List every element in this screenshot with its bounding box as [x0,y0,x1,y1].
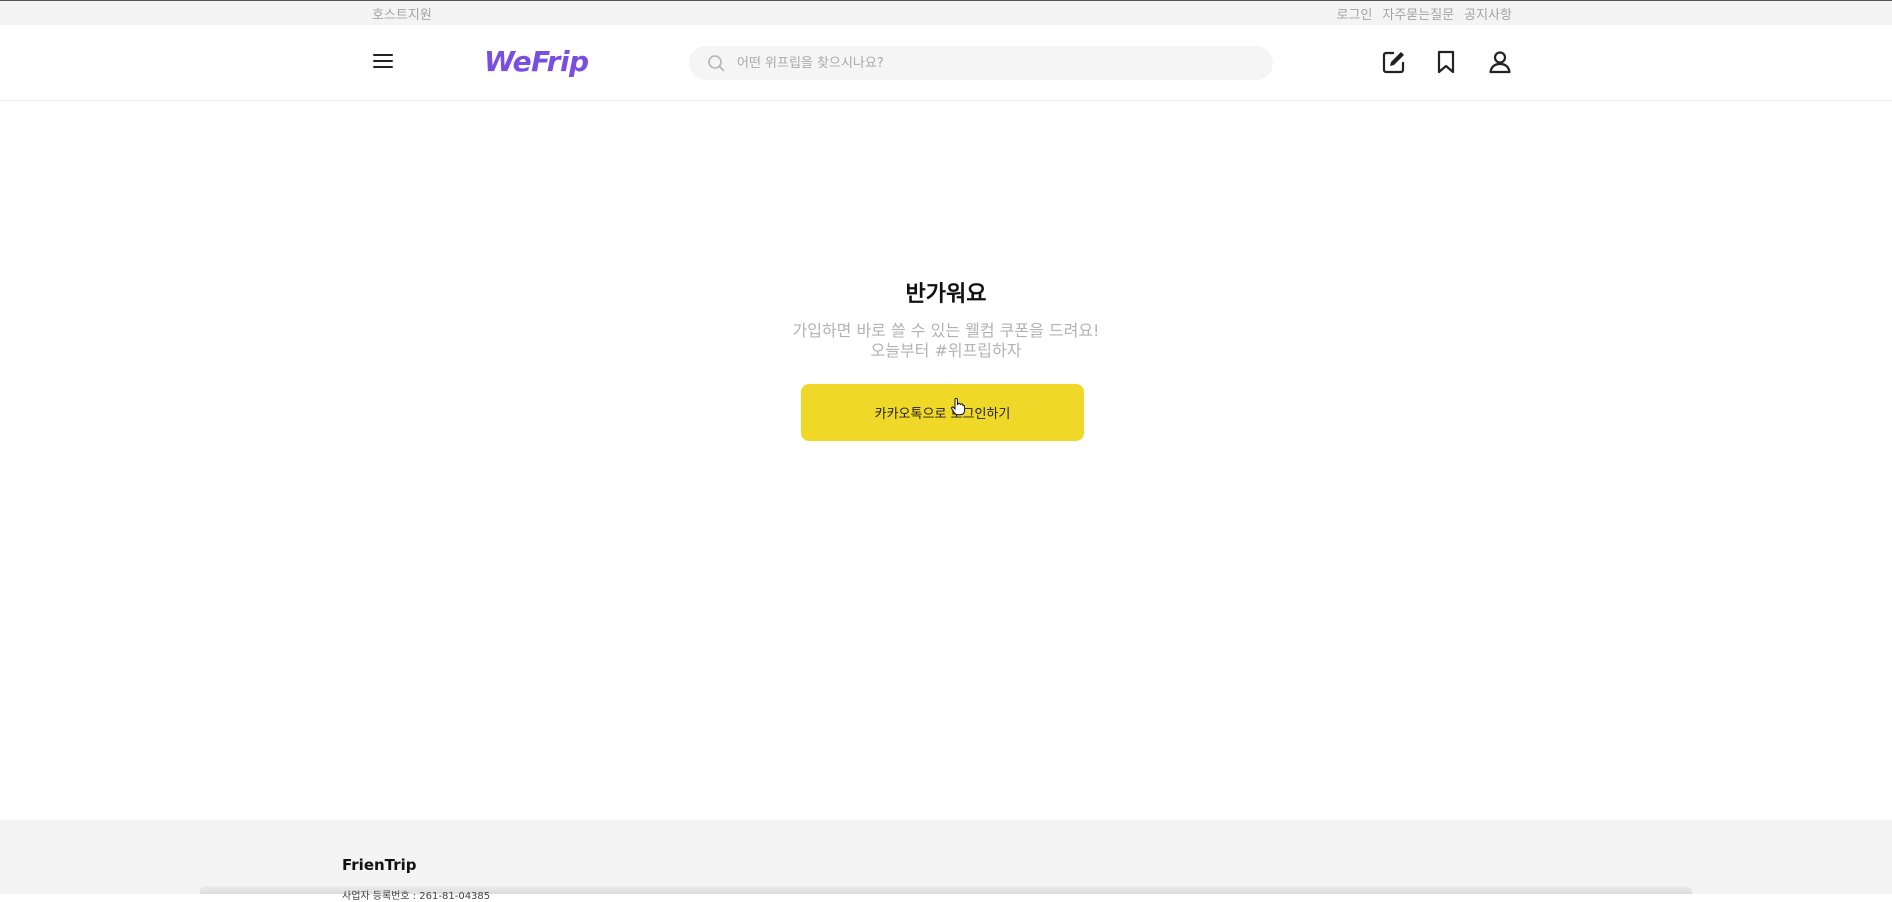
bookmark-icon[interactable] [1433,49,1459,75]
business-registration: 사업자 등록번호 : 261-81-04385 [342,891,491,902]
host-support-link[interactable]: 호스트지원 [372,4,432,23]
page-title: 반가워요 [905,282,987,307]
subtitle-line-2: 오늘부터 #위프립하자 [870,341,1022,360]
footer-brand: FrienTrip [342,856,417,874]
subtitle-line-1: 가입하면 바로 쓸 수 있는 웰컴 쿠폰을 드려요! [792,321,1100,340]
search-icon [708,55,725,72]
menu-icon[interactable] [373,54,393,72]
faq-link[interactable]: 자주묻는질문 [1382,4,1454,23]
kakao-login-button[interactable]: 카카오톡으로 로그인하기 [801,384,1084,441]
welcome-subtitle: 가입하면 바로 쓸 수 있는 웰컴 쿠폰을 드려요! 오늘부터 #위프립하자 [0,321,1892,361]
footer: FrienTrip 사업자 등록번호 : 261-81-04385 [0,820,1892,902]
write-icon[interactable] [1381,49,1407,75]
utility-links: 로그인 자주묻는질문 공지사항 [1337,4,1513,23]
search-bar[interactable] [689,46,1273,80]
login-link[interactable]: 로그인 [1337,4,1373,23]
header: WeFrip [0,25,1892,101]
welcome-section: 반가워요 가입하면 바로 쓸 수 있는 웰컴 쿠폰을 드려요! 오늘부터 #위프… [0,102,1892,820]
utility-bar: 호스트지원 로그인 자주묻는질문 공지사항 [0,1,1892,25]
search-input[interactable] [737,46,1257,80]
notice-link[interactable]: 공지사항 [1464,4,1512,23]
logo[interactable]: WeFrip [484,45,589,78]
user-icon[interactable] [1487,49,1513,75]
